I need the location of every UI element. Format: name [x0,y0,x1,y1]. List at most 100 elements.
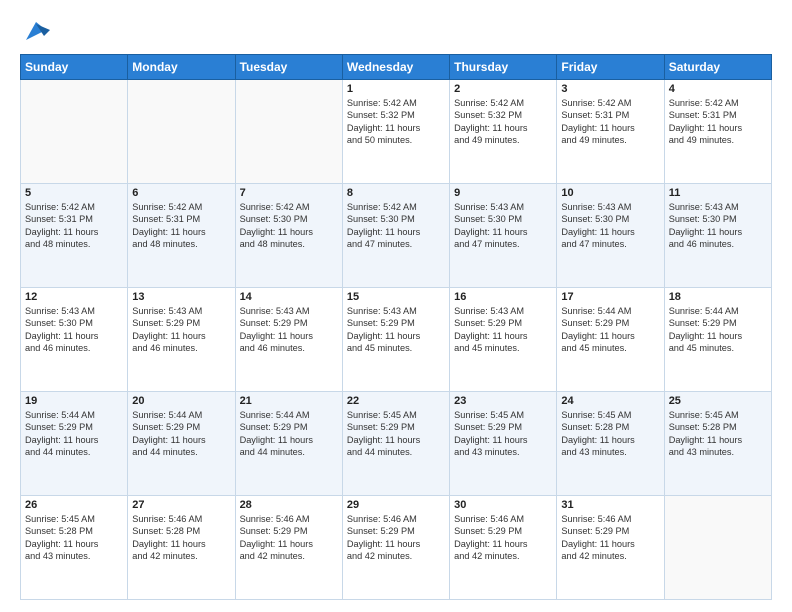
day-number: 18 [669,291,767,303]
week-row-3: 12 Sunrise: 5:43 AMSunset: 5:30 PMDayligh… [21,288,772,392]
calendar-cell: 25Sunrise: 5:45 AMSunset: 5:28 PMDayligh… [664,392,771,496]
day-number: 9 [454,187,552,199]
cell-text: Sunrise: 5:42 AMSunset: 5:31 PMDaylight:… [561,97,659,147]
week-row-5: 26 Sunrise: 5:45 AMSunset: 5:28 PMDayligh… [21,496,772,600]
cell-text: Sunrise: 5:46 AMSunset: 5:29 PMDaylight:… [561,513,659,563]
calendar-cell [664,496,771,600]
cell-text: Sunrise: 5:44 AMSunset: 5:29 PMDaylight:… [25,409,123,459]
cell-text: Sunrise: 5:42 AMSunset: 5:30 PMDaylight:… [240,201,338,251]
weekday-header-saturday: Saturday [664,55,771,80]
calendar-cell: 16 Sunrise: 5:43 AMSunset: 5:29 PMDayligh… [450,288,557,392]
cell-text: Sunrise: 5:45 AMSunset: 5:29 PMDaylight:… [347,409,445,459]
day-number: 2 [454,83,552,95]
cell-text: Sunrise: 5:44 AMSunset: 5:29 PMDaylight:… [240,409,338,459]
cell-text: Sunrise: 5:43 AMSunset: 5:30 PMDaylight:… [454,201,552,251]
weekday-header-sunday: Sunday [21,55,128,80]
calendar-cell: 24 Sunrise: 5:45 AMSunset: 5:28 PMDayligh… [557,392,664,496]
cell-text: Sunrise: 5:45 AMSunset: 5:28 PMDaylight:… [561,409,659,459]
calendar-cell: 14 Sunrise: 5:43 AMSunset: 5:29 PMDayligh… [235,288,342,392]
calendar-cell: 18 Sunrise: 5:44 AMSunset: 5:29 PMDayligh… [664,288,771,392]
week-row-2: 5Sunrise: 5:42 AMSunset: 5:31 PMDaylight… [21,184,772,288]
cell-text: Sunrise: 5:42 AMSunset: 5:32 PMDaylight:… [454,97,552,147]
day-number: 23 [454,395,552,407]
cell-text: Sunrise: 5:46 AMSunset: 5:29 PMDaylight:… [454,513,552,563]
day-number: 21 [240,395,338,407]
weekday-header-thursday: Thursday [450,55,557,80]
day-number: 11 [669,187,767,199]
logo-icon [22,16,50,44]
calendar-cell: 22 Sunrise: 5:45 AMSunset: 5:29 PMDayligh… [342,392,449,496]
cell-text: Sunrise: 5:44 AMSunset: 5:29 PMDaylight:… [669,305,767,355]
day-number: 17 [561,291,659,303]
calendar-cell: 20Sunrise: 5:44 AMSunset: 5:29 PMDayligh… [128,392,235,496]
day-number: 26 [25,499,123,511]
cell-text: Sunrise: 5:43 AMSunset: 5:29 PMDaylight:… [347,305,445,355]
calendar-cell: 23Sunrise: 5:45 AMSunset: 5:29 PMDayligh… [450,392,557,496]
weekday-header-row: SundayMondayTuesdayWednesdayThursdayFrid… [21,55,772,80]
calendar-cell [235,80,342,184]
day-number: 22 [347,395,445,407]
day-number: 12 [25,291,123,303]
calendar-cell: 12 Sunrise: 5:43 AMSunset: 5:30 PMDayligh… [21,288,128,392]
cell-text: Sunrise: 5:46 AMSunset: 5:28 PMDaylight:… [132,513,230,563]
calendar-cell: 28Sunrise: 5:46 AMSunset: 5:29 PMDayligh… [235,496,342,600]
weekday-header-wednesday: Wednesday [342,55,449,80]
calendar-cell: 9 Sunrise: 5:43 AMSunset: 5:30 PMDaylight… [450,184,557,288]
cell-text: Sunrise: 5:43 AMSunset: 5:30 PMDaylight:… [669,201,767,251]
cell-text: Sunrise: 5:42 AMSunset: 5:30 PMDaylight:… [347,201,445,251]
page: SundayMondayTuesdayWednesdayThursdayFrid… [0,0,792,612]
day-number: 16 [454,291,552,303]
day-number: 28 [240,499,338,511]
cell-text: Sunrise: 5:46 AMSunset: 5:29 PMDaylight:… [347,513,445,563]
day-number: 29 [347,499,445,511]
calendar-cell: 4 Sunrise: 5:42 AMSunset: 5:31 PMDaylight… [664,80,771,184]
calendar-cell: 13 Sunrise: 5:43 AMSunset: 5:29 PMDayligh… [128,288,235,392]
calendar-cell: 5Sunrise: 5:42 AMSunset: 5:31 PMDaylight… [21,184,128,288]
cell-text: Sunrise: 5:42 AMSunset: 5:31 PMDaylight:… [25,201,123,251]
calendar-cell [128,80,235,184]
calendar-cell: 17Sunrise: 5:44 AMSunset: 5:29 PMDayligh… [557,288,664,392]
calendar-cell: 1Sunrise: 5:42 AMSunset: 5:32 PMDaylight… [342,80,449,184]
calendar-cell [21,80,128,184]
cell-text: Sunrise: 5:44 AMSunset: 5:29 PMDaylight:… [132,409,230,459]
cell-text: Sunrise: 5:42 AMSunset: 5:31 PMDaylight:… [669,97,767,147]
calendar-cell: 29 Sunrise: 5:46 AMSunset: 5:29 PMDayligh… [342,496,449,600]
day-number: 3 [561,83,659,95]
weekday-header-friday: Friday [557,55,664,80]
day-number: 14 [240,291,338,303]
calendar-cell: 2 Sunrise: 5:42 AMSunset: 5:32 PMDaylight… [450,80,557,184]
cell-text: Sunrise: 5:45 AMSunset: 5:28 PMDaylight:… [669,409,767,459]
header [20,16,772,44]
cell-text: Sunrise: 5:43 AMSunset: 5:29 PMDaylight:… [240,305,338,355]
cell-text: Sunrise: 5:43 AMSunset: 5:29 PMDaylight:… [454,305,552,355]
day-number: 13 [132,291,230,303]
calendar-cell: 10Sunrise: 5:43 AMSunset: 5:30 PMDayligh… [557,184,664,288]
calendar-cell: 26 Sunrise: 5:45 AMSunset: 5:28 PMDayligh… [21,496,128,600]
calendar-cell: 19 Sunrise: 5:44 AMSunset: 5:29 PMDayligh… [21,392,128,496]
week-row-1: 1 Sunrise: 5:42 AMSunset: 5:32 PMDaylight… [21,80,772,184]
week-row-4: 19 Sunrise: 5:44 AMSunset: 5:29 PMDayligh… [21,392,772,496]
cell-text: Sunrise: 5:43 AMSunset: 5:29 PMDaylight:… [132,305,230,355]
weekday-header-monday: Monday [128,55,235,80]
calendar-cell: 31 Sunrise: 5:46 AMSunset: 5:29 PMDayligh… [557,496,664,600]
day-number: 15 [347,291,445,303]
calendar-cell: 7 Sunrise: 5:42 AMSunset: 5:30 PMDaylight… [235,184,342,288]
calendar-cell: 21 Sunrise: 5:44 AMSunset: 5:29 PMDayligh… [235,392,342,496]
day-number: 24 [561,395,659,407]
day-number: 6 [132,187,230,199]
day-number: 31 [561,499,659,511]
day-number: 1 [347,83,445,95]
logo-text [20,16,50,44]
cell-text: Sunrise: 5:43 AMSunset: 5:30 PMDaylight:… [25,305,123,355]
day-number: 7 [240,187,338,199]
cell-text: Sunrise: 5:45 AMSunset: 5:28 PMDaylight:… [25,513,123,563]
calendar-cell: 30Sunrise: 5:46 AMSunset: 5:29 PMDayligh… [450,496,557,600]
day-number: 4 [669,83,767,95]
calendar-cell: 3 Sunrise: 5:42 AMSunset: 5:31 PMDaylight… [557,80,664,184]
weekday-header-tuesday: Tuesday [235,55,342,80]
day-number: 19 [25,395,123,407]
day-number: 10 [561,187,659,199]
cell-text: Sunrise: 5:42 AMSunset: 5:31 PMDaylight:… [132,201,230,251]
calendar-cell: 27 Sunrise: 5:46 AMSunset: 5:28 PMDayligh… [128,496,235,600]
day-number: 27 [132,499,230,511]
